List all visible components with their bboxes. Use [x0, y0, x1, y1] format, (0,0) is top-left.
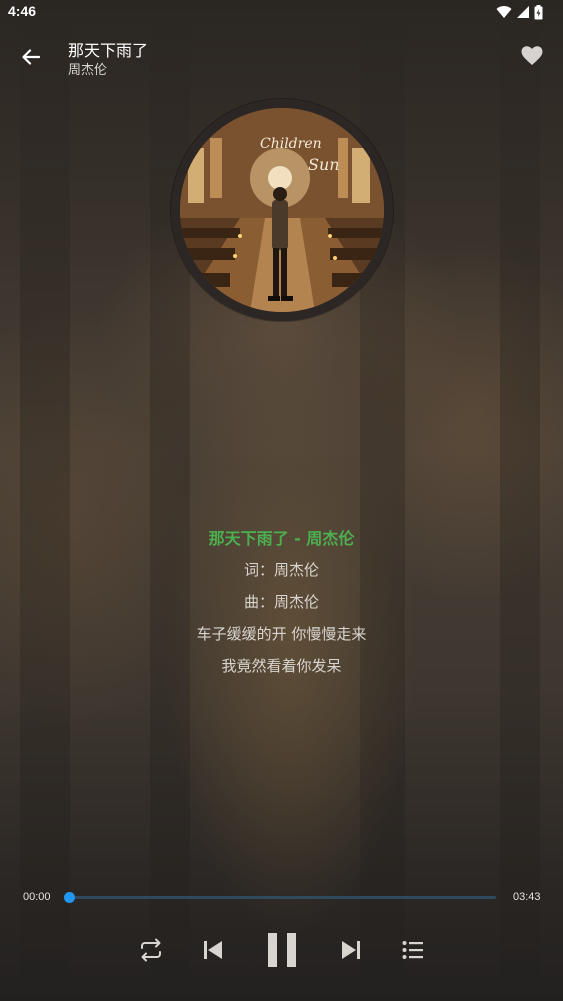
- seek-bar-thumb[interactable]: [64, 892, 75, 903]
- status-bar: 4:46: [0, 0, 563, 24]
- repeat-icon: [141, 938, 161, 962]
- lyric-current-line[interactable]: 那天下雨了 - 周杰伦: [0, 525, 563, 549]
- status-time: 4:46: [8, 3, 37, 19]
- album-disc[interactable]: Children Sun: [171, 99, 393, 321]
- lyric-line[interactable]: 车子缓缓的开 你慢慢走来: [0, 623, 563, 644]
- pause-icon: [268, 933, 296, 967]
- previous-button[interactable]: [198, 935, 228, 965]
- skip-previous-icon: [204, 941, 222, 959]
- background-streak: [20, 0, 70, 1001]
- wifi-icon: [496, 6, 512, 19]
- battery-icon: [534, 4, 543, 19]
- back-button[interactable]: [18, 44, 44, 70]
- arrow-left-icon: [22, 49, 40, 65]
- elapsed-time: 00:00: [23, 891, 51, 903]
- album-cover-title: Children: [260, 136, 322, 152]
- signal-icon: [517, 6, 529, 18]
- heart-icon: [521, 46, 543, 65]
- favorite-button[interactable]: [521, 46, 543, 66]
- repeat-button[interactable]: [135, 933, 167, 967]
- background-streak: [150, 0, 190, 1001]
- playlist-icon: [402, 941, 423, 959]
- skip-next-icon: [342, 941, 360, 959]
- next-button[interactable]: [336, 935, 366, 965]
- status-icons: [496, 4, 543, 20]
- playlist-button[interactable]: [398, 935, 428, 965]
- seek-bar[interactable]: [69, 896, 496, 899]
- total-duration: 03:43: [513, 891, 541, 903]
- album-cover-subtitle: Sun: [308, 155, 340, 174]
- album-cover: Children Sun: [180, 108, 384, 312]
- song-artist: 周杰伦: [68, 63, 108, 78]
- player-screen: 4:46 那天下雨了 周杰伦 Children Sun 那天下雨了 - 周杰伦 …: [0, 0, 563, 1001]
- lyric-line[interactable]: 曲：周杰伦: [0, 591, 563, 612]
- lyric-line[interactable]: 我竟然看着你发呆: [0, 655, 563, 676]
- background-streak: [500, 0, 540, 1001]
- song-title: 那天下雨了: [68, 41, 149, 60]
- pause-button[interactable]: [262, 929, 302, 971]
- lyric-line[interactable]: 词：周杰伦: [0, 559, 563, 580]
- album-cover-art: Children Sun: [180, 108, 384, 312]
